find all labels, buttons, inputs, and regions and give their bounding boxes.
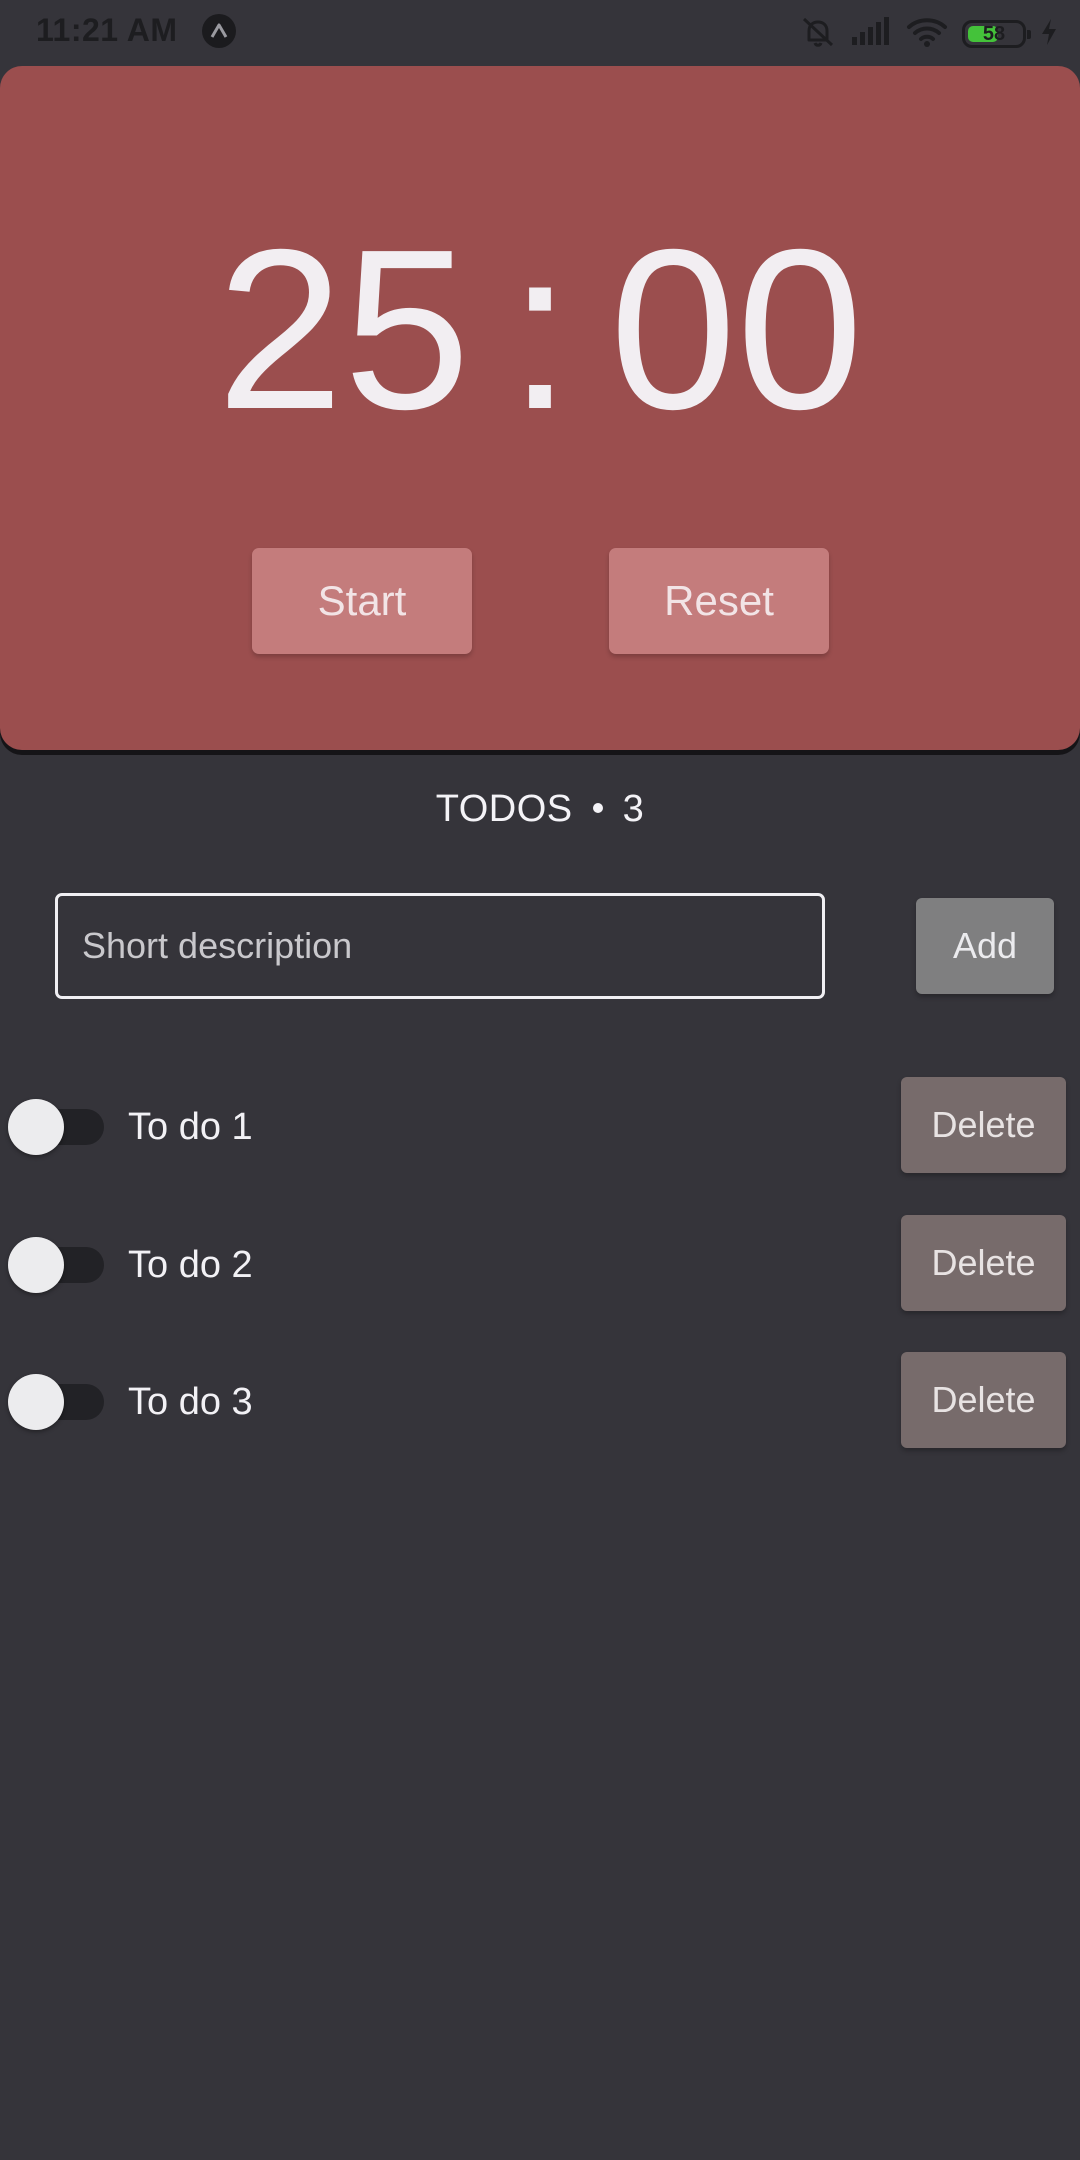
toggle-thumb <box>8 1099 64 1155</box>
todos-title: TODOS <box>435 788 573 830</box>
description-input[interactable] <box>55 893 825 999</box>
start-button[interactable]: Start <box>252 548 472 654</box>
separator-dot <box>592 802 603 813</box>
add-button[interactable]: Add <box>916 898 1054 994</box>
battery-percent: 58 <box>982 22 1006 45</box>
todo-item: To do 2 Delete <box>0 1215 1080 1315</box>
toggle-thumb <box>8 1374 64 1430</box>
status-time: 11:21 AM <box>36 12 178 48</box>
delete-button[interactable]: Delete <box>901 1077 1066 1173</box>
todo-item: To do 3 Delete <box>0 1352 1080 1452</box>
toggle-thumb <box>8 1237 64 1293</box>
signal-icon <box>850 16 892 52</box>
battery-icon: 58 <box>962 20 1031 48</box>
mute-icon <box>800 14 836 55</box>
battery-tip <box>1027 30 1031 39</box>
status-bar: 11:21 AM 58 <box>0 0 1080 66</box>
reset-button[interactable]: Reset <box>609 548 829 654</box>
timer-minutes: 25 <box>216 203 471 457</box>
charging-icon <box>1040 18 1058 51</box>
app-badge-icon <box>202 14 236 48</box>
todo-toggle[interactable] <box>8 1237 104 1293</box>
timer-seconds: 00 <box>609 203 864 457</box>
status-icons: 58 <box>800 14 1058 54</box>
todo-toggle[interactable] <box>8 1374 104 1430</box>
timer-display: 25:00 <box>0 216 1080 444</box>
todos-header: TODOS 3 <box>0 788 1080 831</box>
delete-button[interactable]: Delete <box>901 1352 1066 1448</box>
delete-button[interactable]: Delete <box>901 1215 1066 1311</box>
todo-label: To do 3 <box>128 1381 253 1423</box>
todos-count: 3 <box>622 788 645 830</box>
todo-label: To do 1 <box>128 1106 253 1148</box>
todo-item: To do 1 Delete <box>0 1077 1080 1177</box>
todo-label: To do 2 <box>128 1244 253 1286</box>
timer-separator: : <box>508 203 572 457</box>
wifi-icon <box>906 16 948 53</box>
timer-card: 25:00 Start Reset <box>0 66 1080 750</box>
todo-toggle[interactable] <box>8 1099 104 1155</box>
